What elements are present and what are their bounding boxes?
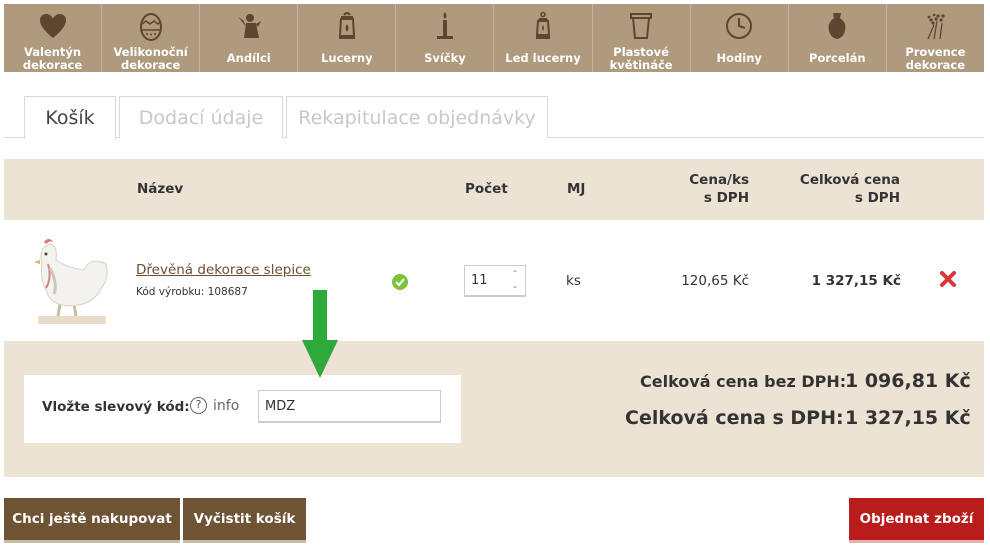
lantern-icon xyxy=(331,11,363,41)
category-label: Plastové květináče xyxy=(609,44,673,72)
tab-cart[interactable]: Košík xyxy=(24,96,116,139)
continue-shopping-button[interactable]: Chci ještě nakupovat xyxy=(4,498,180,540)
category-provence[interactable]: Provence dekorace xyxy=(887,4,984,72)
checkout-tabs: Košík Dodací údaje Rekapitulace objednáv… xyxy=(4,96,984,139)
total-without-vat-label: Celková cena bez DPH: xyxy=(640,372,847,391)
category-label: Valentýn dekorace xyxy=(22,44,83,72)
category-porcelan[interactable]: Porcelán xyxy=(789,4,887,72)
discount-box: Vložte slevový kód: ? info xyxy=(24,375,461,443)
category-led-lucerny[interactable]: Led lucerny xyxy=(494,4,593,72)
cart-table-header: Název Počet MJ Cena/ks s DPH Celková cen… xyxy=(4,159,984,220)
column-qty: Počet xyxy=(465,181,508,197)
category-label: Provence dekorace xyxy=(905,44,966,72)
cart-summary: Vložte slevový kód: ? info Celková cena … xyxy=(4,341,984,477)
category-label: Andílci xyxy=(226,51,271,66)
table-row: Dřevěná dekorace slepice Kód výrobku: 10… xyxy=(4,220,984,341)
category-label: Led lucerny xyxy=(505,51,581,66)
heart-icon xyxy=(37,11,69,41)
product-image[interactable] xyxy=(28,234,114,329)
column-total: Celková cena s DPH xyxy=(799,172,900,206)
clear-cart-button[interactable]: Vyčistit košík xyxy=(183,498,306,540)
flowerpot-icon xyxy=(625,11,657,41)
product-code: Kód výrobku: 108687 xyxy=(136,286,248,298)
chevron-down-icon[interactable]: ⌄ xyxy=(509,280,521,292)
remove-item-icon[interactable] xyxy=(939,270,957,288)
category-velikonocni[interactable]: Velikonoční dekorace xyxy=(102,4,201,72)
tab-delivery[interactable]: Dodací údaje xyxy=(119,96,283,138)
category-label: Lucerny xyxy=(321,51,373,66)
discount-label: Vložte slevový kód: xyxy=(42,399,190,415)
category-label: Porcelán xyxy=(809,51,866,66)
chevron-up-icon[interactable]: ⌃ xyxy=(509,268,521,280)
led-lantern-icon xyxy=(527,11,559,41)
total-with-vat-label: Celková cena s DPH: xyxy=(625,407,844,429)
category-label: Velikonoční dekorace xyxy=(113,44,188,72)
discount-code-input[interactable] xyxy=(258,390,441,423)
column-price: Cena/ks s DPH xyxy=(689,172,749,206)
candle-icon xyxy=(429,11,461,41)
check-icon xyxy=(392,274,408,290)
lavender-icon xyxy=(919,11,951,41)
tab-order-summary[interactable]: Rekapitulace objednávky xyxy=(286,96,548,138)
category-lucerny[interactable]: Lucerny xyxy=(298,4,397,72)
clock-icon xyxy=(723,11,755,41)
question-icon[interactable]: ? xyxy=(190,397,207,414)
category-label: Svíčky xyxy=(424,51,466,66)
discount-info-link[interactable]: info xyxy=(213,398,239,414)
total-with-vat-value: 1 327,15 Kč xyxy=(845,407,971,429)
place-order-button[interactable]: Objednat zboží xyxy=(849,498,984,540)
category-label: Hodiny xyxy=(716,51,762,66)
category-valentyn[interactable]: Valentýn dekorace xyxy=(4,4,103,72)
arrow-down-icon xyxy=(302,290,338,378)
quantity-spinner[interactable]: ⌃ ⌄ xyxy=(509,268,521,294)
category-andilci[interactable]: Andílci xyxy=(200,4,299,72)
total-without-vat-value: 1 096,81 Kč xyxy=(845,370,971,392)
unit-price: 120,65 Kč xyxy=(681,273,749,289)
easter-egg-icon xyxy=(135,11,167,42)
category-hodiny[interactable]: Hodiny xyxy=(691,4,789,72)
unit-value: ks xyxy=(566,273,581,289)
category-svicky[interactable]: Svíčky xyxy=(396,4,495,72)
category-plastove-kvetinace[interactable]: Plastové květináče xyxy=(593,4,691,72)
category-nav: Valentýn dekorace Velikonoční dekorace A… xyxy=(4,4,984,72)
column-name: Název xyxy=(137,181,184,197)
column-unit: MJ xyxy=(567,181,586,197)
product-name-link[interactable]: Dřevěná dekorace slepice xyxy=(136,262,311,278)
angel-icon xyxy=(233,11,265,41)
row-total: 1 327,15 Kč xyxy=(811,273,901,289)
vase-icon xyxy=(821,11,853,41)
